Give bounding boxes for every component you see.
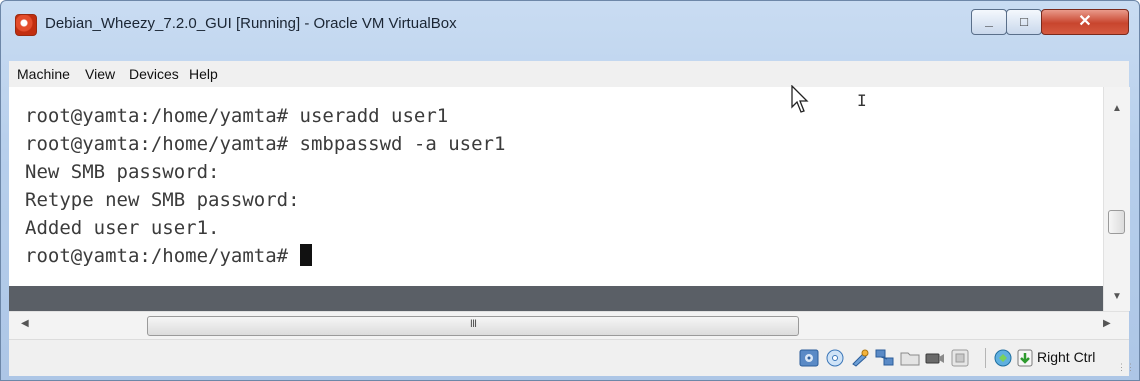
menu-bar: Machine View Devices Help — [9, 61, 1129, 88]
terminal-line: Retype new SMB password: — [25, 189, 300, 211]
vertical-scrollbar[interactable]: ▲ ▼ — [1103, 87, 1130, 311]
virtualbox-window: Debian_Wheezy_7.2.0_GUI [Running] - Orac… — [0, 0, 1140, 381]
close-button[interactable]: ✕ — [1041, 9, 1129, 35]
title-bar[interactable]: Debian_Wheezy_7.2.0_GUI [Running] - Orac… — [1, 1, 1139, 61]
network-icon[interactable] — [875, 349, 895, 367]
maximize-button[interactable]: □ — [1006, 9, 1042, 35]
scroll-left-icon[interactable]: ◀ — [21, 318, 29, 329]
scroll-grip: III — [469, 318, 477, 330]
menu-devices[interactable]: Devices — [129, 66, 179, 82]
shared-folders-icon[interactable] — [900, 349, 920, 367]
terminal-line: root@yamta:/home/yamta# smbpasswd -a use… — [25, 133, 506, 155]
menu-machine[interactable]: Machine — [17, 66, 70, 82]
terminal-prompt: root@yamta:/home/yamta# — [25, 245, 300, 267]
minimize-icon: _ — [985, 12, 993, 28]
status-bar: Right Ctrl ⋮⋮ — [9, 339, 1135, 376]
maximize-icon: □ — [1020, 14, 1028, 29]
terminal-line: Added user user1. — [25, 217, 220, 239]
horizontal-scroll-thumb[interactable]: III — [147, 316, 799, 336]
video-capture-icon[interactable] — [925, 349, 945, 367]
terminal-line: New SMB password: — [25, 161, 220, 183]
host-key-label: Right Ctrl — [1037, 349, 1096, 365]
hard-disk-icon[interactable] — [799, 349, 819, 367]
menu-help[interactable]: Help — [189, 66, 218, 82]
minimize-button[interactable]: _ — [971, 9, 1007, 35]
scroll-up-icon[interactable]: ▲ — [1104, 103, 1130, 114]
menu-view[interactable]: View — [85, 66, 115, 82]
terminal-line: root@yamta:/home/yamta# useradd user1 — [25, 105, 449, 127]
text-cursor — [299, 244, 312, 266]
vm-display[interactable]: root@yamta:/home/yamta# useradd user1 ro… — [9, 87, 1103, 311]
status-separator — [985, 348, 986, 368]
usb-icon[interactable] — [850, 349, 870, 367]
resize-grip-icon[interactable]: ⋮⋮ — [1117, 362, 1135, 373]
terminal-screen[interactable]: root@yamta:/home/yamta# useradd user1 ro… — [9, 87, 1103, 286]
text-cursor-ibeam-icon: I — [857, 91, 867, 110]
virtualbox-app-icon — [15, 14, 37, 36]
window-title: Debian_Wheezy_7.2.0_GUI [Running] - Orac… — [45, 15, 457, 32]
terminal-prompt-line: root@yamta:/home/yamta# — [25, 244, 312, 269]
mouse-pointer-icon — [791, 85, 809, 113]
close-icon: ✕ — [1078, 13, 1092, 30]
optical-drive-icon[interactable] — [825, 349, 845, 367]
scroll-right-icon[interactable]: ▶ — [1103, 318, 1111, 329]
horizontal-scrollbar[interactable]: ◀ III ▶ — [9, 311, 1129, 340]
guest-additions-icon[interactable] — [950, 349, 970, 367]
vertical-scroll-thumb[interactable] — [1108, 210, 1125, 234]
mouse-integration-icon[interactable] — [993, 349, 1013, 367]
host-key-icon — [1017, 349, 1033, 367]
scroll-down-icon[interactable]: ▼ — [1104, 291, 1130, 302]
